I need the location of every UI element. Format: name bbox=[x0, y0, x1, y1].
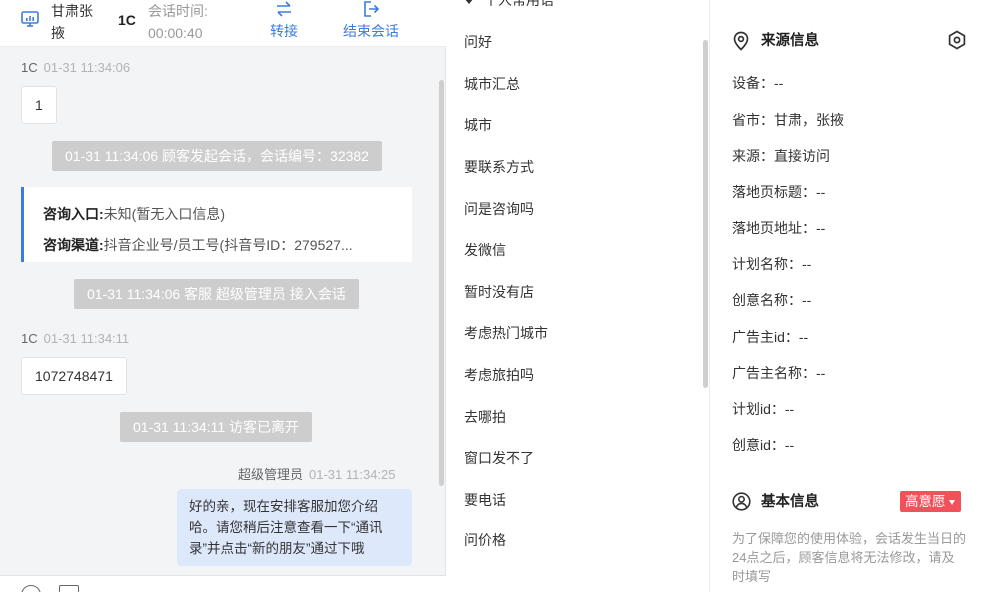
end-session-button[interactable]: 结束会话 bbox=[343, 0, 399, 42]
visitor-message-bubble: 1072748471 bbox=[21, 357, 127, 395]
source-field-region: 省市：甘肃，张掖 bbox=[732, 112, 844, 128]
quick-phrases-pane: 个人常用语 问好 城市汇总 城市 要联系方式 问是咨询吗 发微信 暂时没有店 考… bbox=[446, 0, 710, 592]
chat-header: 甘肃张掖 1C 会话时间: 00:00:40 转接 结束会话 bbox=[0, 0, 446, 47]
exit-icon bbox=[364, 1, 380, 17]
phrase-item[interactable]: 城市 bbox=[464, 115, 492, 135]
message-time: 01-31 11:34:25 bbox=[309, 467, 396, 482]
intent-tag-label: 高意愿 bbox=[905, 494, 946, 509]
phrase-group-label: 个人常用语 bbox=[484, 0, 554, 8]
source-field-advertiser-id: 广告主id：-- bbox=[732, 329, 809, 345]
phrase-item[interactable]: 要联系方式 bbox=[464, 157, 534, 177]
transfer-icon bbox=[277, 1, 291, 17]
phrase-item[interactable]: 去哪拍 bbox=[464, 407, 506, 427]
phrase-item[interactable]: 考虑旅拍吗 bbox=[464, 365, 534, 385]
source-info-title-text: 来源信息 bbox=[761, 33, 819, 49]
session-time-label: 会话时间: bbox=[148, 3, 208, 19]
visitor-id: 1C bbox=[118, 12, 136, 28]
consult-entry-key: 咨询入口: bbox=[43, 206, 104, 222]
message-meta: 超级管理员 01-31 11:34:25 bbox=[238, 464, 396, 483]
source-field-origin: 来源：直接访问 bbox=[732, 148, 830, 164]
transfer-label: 转接 bbox=[270, 23, 298, 39]
message-time: 01-31 11:34:11 bbox=[43, 331, 130, 346]
source-field-creative-id: 创意id：-- bbox=[732, 437, 795, 453]
basic-info-title: 基本信息 bbox=[732, 492, 819, 512]
source-field-creative-name: 创意名称：-- bbox=[732, 292, 812, 308]
phrase-item[interactable]: 问是咨询吗 bbox=[464, 199, 534, 219]
message-sender: 超级管理员 bbox=[238, 467, 304, 482]
phrase-item[interactable]: 窗口发不了 bbox=[464, 448, 534, 468]
monitor-icon bbox=[21, 11, 39, 27]
visitor-message-bubble: 1 bbox=[21, 86, 57, 124]
message-meta: 1C 01-31 11:34:11 bbox=[21, 331, 129, 346]
user-circle-icon bbox=[732, 492, 751, 511]
source-field-advertiser-name: 广告主名称：-- bbox=[732, 365, 826, 381]
chat-scrollbar[interactable] bbox=[439, 80, 444, 486]
message-time: 01-31 11:34:06 bbox=[43, 60, 131, 75]
visitor-info-pane: 来源信息 设备：-- 省市：甘肃，张掖 来源：直接访问 落地页标题：-- 落地页… bbox=[710, 0, 988, 592]
edit-deadline-note: 为了保障您的使用体验，会话发生当日的24点之后，顾客信息将无法修改，请及时填写 bbox=[732, 531, 967, 584]
phrase-item[interactable]: 问好 bbox=[464, 32, 492, 52]
source-field-device: 设备：-- bbox=[732, 75, 784, 91]
settings-icon[interactable] bbox=[947, 30, 967, 50]
visitor-name: 甘肃张掖 bbox=[51, 3, 93, 41]
emoji-icon[interactable] bbox=[21, 585, 41, 592]
consult-channel-value: 抖音企业号/员工号(抖音号ID：279527... bbox=[103, 237, 353, 253]
consult-entry-row: 咨询入口:未知(暂无入口信息) bbox=[43, 199, 398, 230]
message-meta: 1C 01-31 11:34:06 bbox=[21, 60, 130, 75]
phrase-item[interactable]: 城市汇总 bbox=[464, 74, 520, 94]
phrase-item[interactable]: 问价格 bbox=[464, 530, 506, 550]
end-session-label: 结束会话 bbox=[343, 23, 399, 39]
phrase-group-header[interactable]: 个人常用语 bbox=[464, 0, 554, 8]
phrase-item[interactable]: 考虑热门城市 bbox=[464, 323, 548, 343]
chat-toolbar bbox=[0, 575, 446, 592]
phrases-scrollbar[interactable] bbox=[703, 40, 708, 388]
system-notice: 01-31 11:34:06 客服 超级管理员 接入会话 bbox=[74, 279, 359, 309]
consult-channel-key: 咨询渠道: bbox=[43, 237, 104, 253]
source-field-landing-url: 落地页地址：-- bbox=[732, 220, 826, 236]
consult-entry-value: 未知(暂无入口信息) bbox=[103, 206, 225, 222]
system-notice: 01-31 11:34:06 顾客发起会话，会话编号：32382 bbox=[52, 141, 382, 171]
message-sender: 1C bbox=[21, 60, 38, 75]
agent-message-bubble: 好的亲，现在安排客服加您介绍哈。请您稍后注意查看一下“通讯录”并点击“新的朋友”… bbox=[177, 489, 412, 566]
chat-pane: 甘肃张掖 1C 会话时间: 00:00:40 转接 结束会话 1C 01-31 1… bbox=[0, 0, 446, 592]
consult-info-card: 咨询入口:未知(暂无入口信息) 咨询渠道:抖音企业号/员工号(抖音号ID：279… bbox=[21, 187, 412, 262]
phrase-item[interactable]: 暂时没有店 bbox=[464, 282, 534, 302]
image-icon[interactable] bbox=[59, 585, 79, 592]
session-time-value: 00:00:40 bbox=[148, 25, 203, 41]
system-notice: 01-31 11:34:11 访客已离开 bbox=[120, 412, 313, 442]
source-field-plan-name: 计划名称：-- bbox=[732, 256, 812, 272]
intent-tag-dropdown[interactable]: 高意愿 bbox=[900, 491, 961, 512]
transfer-button[interactable]: 转接 bbox=[270, 0, 298, 42]
caret-down-icon bbox=[948, 499, 955, 505]
source-field-landing-title: 落地页标题：-- bbox=[732, 184, 826, 200]
phrase-item[interactable]: 发微信 bbox=[464, 240, 506, 260]
location-pin-icon bbox=[733, 31, 749, 51]
caret-down-icon bbox=[464, 0, 474, 5]
source-field-plan-id: 计划id：-- bbox=[732, 401, 795, 417]
phrase-item[interactable]: 要电话 bbox=[464, 490, 506, 510]
source-info-title: 来源信息 bbox=[732, 31, 819, 51]
consult-channel-row: 咨询渠道:抖音企业号/员工号(抖音号ID：279527... bbox=[43, 230, 398, 261]
message-sender: 1C bbox=[21, 331, 38, 346]
basic-info-title-text: 基本信息 bbox=[761, 494, 819, 510]
